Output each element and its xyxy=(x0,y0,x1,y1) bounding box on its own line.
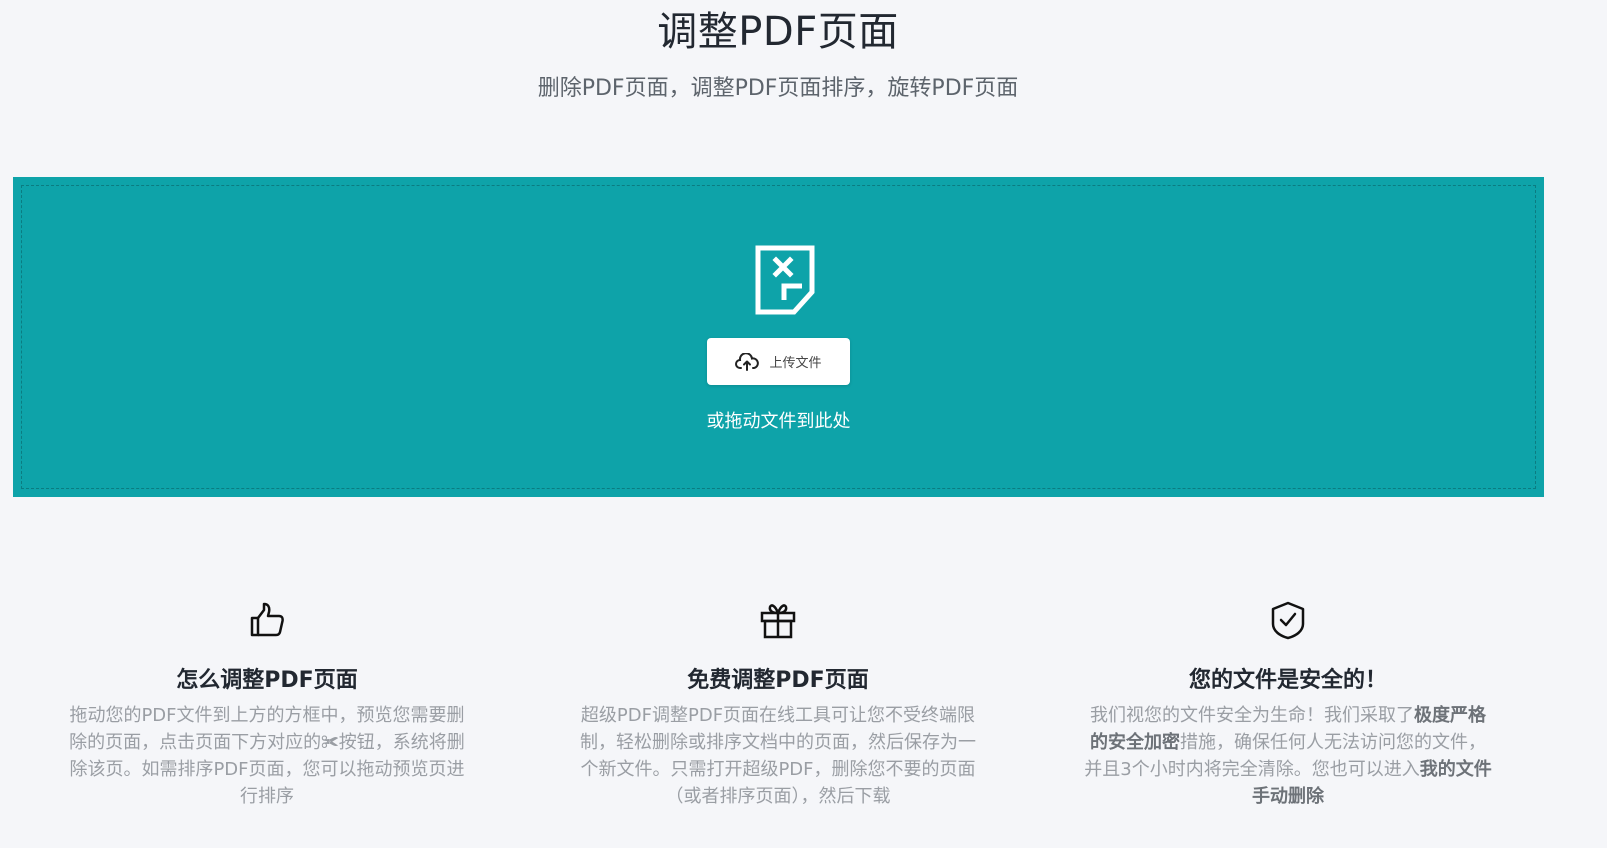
shield-check-icon xyxy=(1271,601,1305,640)
pdf-remove-icon xyxy=(755,245,815,315)
page-title: 调整PDF页面 xyxy=(657,9,899,55)
file-dropzone[interactable]: 上传文件 或拖动文件到此处 xyxy=(13,177,1544,497)
upload-file-button[interactable]: 上传文件 xyxy=(707,338,850,385)
feature-description: 超级PDF调整PDF页面在线工具可让您不受终端限制，轻松删除或排序文档中的页面，… xyxy=(580,705,976,807)
cloud-upload-icon xyxy=(735,352,760,371)
feature-how-to: 怎么调整PDF页面 拖动您的PDF文件到上方的方框中，预览您需要删除的页面，点击… xyxy=(62,600,472,810)
feature-title: 怎么调整PDF页面 xyxy=(176,668,358,693)
feature-security: 您的文件是安全的！ 我们视您的文件安全为生命！我们采取了极度严格的安全加密措施，… xyxy=(1083,600,1493,810)
feature-title: 您的文件是安全的！ xyxy=(1188,668,1387,693)
gift-icon xyxy=(760,604,796,639)
feature-description: 我们视您的文件安全为生命！我们采取了极度严格的安全加密措施，确保任何人无法访问您… xyxy=(1083,702,1493,810)
security-text-part: 我们视您的文件安全为生命！我们采取了 xyxy=(1090,705,1414,726)
feature-free: 免费调整PDF页面 超级PDF调整PDF页面在线工具可让您不受终端限制，轻松删除… xyxy=(573,600,983,810)
page-subtitle: 删除PDF页面，调整PDF页面排序，旋转PDF页面 xyxy=(537,76,1019,101)
drop-hint-text: 或拖动文件到此处 xyxy=(706,411,851,432)
upload-button-label: 上传文件 xyxy=(769,356,822,371)
feature-description: 拖动您的PDF文件到上方的方框中，预览您需要删除的页面，点击页面下方对应的✀按钮… xyxy=(69,705,465,807)
feature-title: 免费调整PDF页面 xyxy=(687,668,869,693)
dropzone-dashed-border[interactable]: 上传文件 或拖动文件到此处 xyxy=(21,185,1536,489)
thumbs-up-icon xyxy=(250,602,284,637)
